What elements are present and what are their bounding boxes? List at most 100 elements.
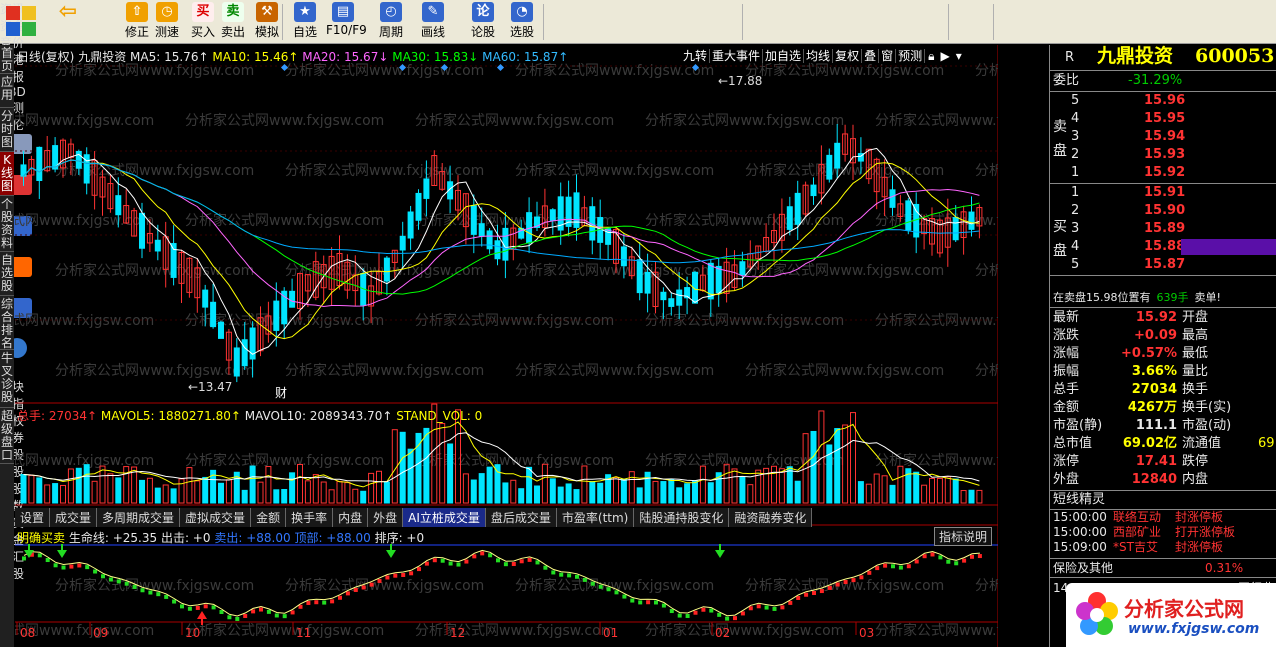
order-book-row: 4 15.95 [1050,110,1276,128]
toolbar-clock-button[interactable]: ◷ 测速 [150,2,184,42]
indicator-dot [677,613,682,618]
left-tab-2[interactable]: 分时图 [0,108,14,152]
kline-chart-area[interactable]: 分析家公式网www.fxjgsw.com 分析家公式网www.fxjgsw.com… [15,45,998,647]
indicator-tab-7[interactable]: 外盘 [368,508,404,527]
left-tab-5[interactable]: 自选股 [0,252,14,296]
kline-tool-1[interactable]: 重大事件 [710,49,764,63]
sector-change: 0.31% [1205,561,1244,575]
left-tab-8[interactable]: 超级盘口 [0,408,14,464]
toolbar-button-label: 论股 [470,25,495,39]
indicator-dot [748,606,753,611]
toolbar-chart-select-button[interactable]: ◔ 选股 [505,2,539,42]
toolbar-arrow-up-button[interactable]: ⇧ 修正 [120,2,154,42]
watermark-text: 分析家公式网www.fxjgsw.com [515,162,714,179]
toolbar-f10-button[interactable]: ▤ F10/F9 [326,2,367,42]
left-tab-4[interactable]: 个股资料 [0,196,14,252]
toolbar-star-button[interactable]: ★ 自选 [288,2,322,42]
volume-bar [976,489,983,504]
indicator-dot [709,608,714,613]
indicator-dot [401,572,406,577]
ma20-label: MA20: 15.67↓ [302,50,389,64]
indicator-dot [472,554,477,559]
sprite-row[interactable]: 15:09:00 *ST吉艾 封涨停板 [1050,540,1276,555]
candle-body [233,347,240,377]
indicator-dot [448,561,453,566]
kline-tool-0[interactable]: 九转 [681,49,711,63]
watermark-text: 分析家公式网www.fxjgsw.com [415,112,614,129]
volume-bar [786,466,793,504]
divider [1050,70,1276,71]
left-tab-0[interactable]: 首页 [0,45,14,74]
indicator-tab-12[interactable]: 融资融券变化 [729,508,813,527]
volume-bar [249,465,256,504]
indicator-tab-4[interactable]: 金额 [251,508,287,527]
kline-tool-2[interactable]: 加自选 [763,49,805,63]
sprite-row[interactable]: 15:00:00 联络互动 封涨停板 [1050,510,1276,525]
dropdown-icon[interactable]: ▾ [953,49,965,63]
indicator-tab-1[interactable]: 成交量 [50,508,98,527]
volume-bar [644,471,651,504]
toolbar-sell-button[interactable]: 卖卖出 [216,2,250,42]
kline-tool-3[interactable]: 均线 [804,49,834,63]
volume-bar [360,490,367,504]
volume-bar [376,470,382,504]
kline-tool-6[interactable]: 窗 [879,49,897,63]
app-logo-icon[interactable] [6,6,38,38]
left-tab-3[interactable]: K线图 [0,152,14,196]
volume-bar [589,481,596,504]
toolbar-discuss-button[interactable]: 论论股 [466,2,500,42]
indicator-dot [614,590,619,595]
event-diamond-icon[interactable] [496,63,505,72]
kline-tool-4[interactable]: 复权 [833,49,863,63]
volume-bar [75,467,82,504]
kline-tool-5[interactable]: 叠 [862,49,880,63]
indicator-tab-5[interactable]: 换手率 [286,508,334,527]
indicator-dot [527,557,532,562]
volume-bar [257,481,264,504]
indicator-tab-6[interactable]: 内盘 [333,508,369,527]
play-icon[interactable]: ▶ [938,49,953,63]
kline-chart-svg[interactable]: 分析家公式网www.fxjgsw.com 分析家公式网www.fxjgsw.com… [15,45,998,647]
indicator-tab-10[interactable]: 市盈率(ttm) [556,508,635,527]
toolbar-separator [543,4,544,40]
toolbar-button-label: 自选 [292,25,317,39]
indicator-tab-0[interactable]: 设置 [15,508,51,527]
indicator-tab-11[interactable]: 陆股通持股变化 [634,508,730,527]
lock-icon[interactable]: 🔒︎ [925,49,937,63]
order-price: 15.91 [1144,185,1186,200]
indicator-explain-button[interactable]: 指标说明 [934,527,993,546]
indicator-dot [551,570,556,575]
volume-bar [549,478,556,504]
x-axis-label: 02 [715,626,730,640]
left-tab-1[interactable]: 应用 [0,74,14,108]
candle-body [676,289,683,306]
toolbar-pen-button[interactable]: ✎ 画线 [416,2,450,42]
volume-bar [352,488,359,504]
indicator-dot [606,587,611,592]
back-arrow-button[interactable]: ⇦ [50,1,86,42]
volume-bar [225,479,232,504]
watermark-text: 分析家公式网www.fxjgsw.com [975,577,998,594]
left-tab-6[interactable]: 综合排名 [0,296,14,350]
toolbar-hammer-button[interactable]: ⚒ 模拟 [250,2,284,42]
indicator-tab-8[interactable]: AI立桩成交量 [403,508,486,527]
indicator-dot [45,558,50,563]
kline-period: 日线(复权) [17,50,75,64]
volume-bar [289,472,296,504]
indicator-tab-3[interactable]: 虚拟成交量 [180,508,252,527]
indicator-tab-9[interactable]: 盘后成交量 [485,508,557,527]
kline-tool-7[interactable]: 预测 [896,49,926,63]
chart-select-icon: ◔ [511,2,533,22]
indicator-tab-2[interactable]: 多周期成交量 [97,508,181,527]
toolbar-cycle-button[interactable]: ◴ 周期 [374,2,408,42]
stat-label: 市盈(静) [1053,418,1103,433]
volume-bar [873,473,880,504]
indicator-dot [661,603,666,608]
sector-row[interactable]: 保险及其他 0.31% [1050,559,1276,577]
sprite-row[interactable]: 15:00:00 西部矿业 打开涨停板 [1050,525,1276,540]
left-tab-7[interactable]: 牛叉诊股 [0,350,14,408]
toolbar-buy-button[interactable]: 买买入 [186,2,220,42]
indicator-dot [733,616,737,621]
indicator-dot [701,607,706,612]
indicator-dot [646,600,651,605]
